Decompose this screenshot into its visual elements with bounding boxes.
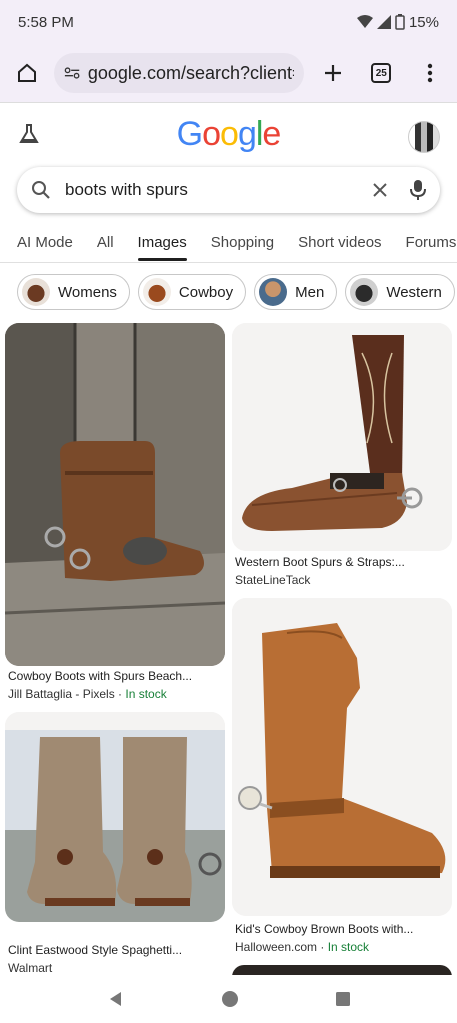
in-stock-badge: In stock <box>327 940 370 954</box>
address-bar[interactable]: google.com/search?client=m <box>53 53 304 93</box>
chip-cowboy[interactable]: Cowboy <box>137 274 247 310</box>
image-result-3[interactable] <box>5 712 225 922</box>
result-3-source: Walmart <box>8 961 53 975</box>
result-2-source: StateLineTack <box>235 573 311 587</box>
site-settings-icon[interactable] <box>64 66 80 80</box>
status-time: 5:58 PM <box>18 13 74 31</box>
tab-all[interactable]: All <box>97 234 114 251</box>
home-circle-icon[interactable] <box>221 990 239 1008</box>
google-header: Google <box>0 103 457 167</box>
tabs-divider <box>0 262 457 263</box>
tab-short-videos[interactable]: Short videos <box>298 234 381 251</box>
back-icon[interactable] <box>107 990 125 1008</box>
result-4-source: Halloween.com · In stock <box>235 940 370 954</box>
search-tabs: AI Mode All Images Shopping Short videos… <box>0 222 457 262</box>
result-3-caption[interactable]: Clint Eastwood Style Spaghetti... <box>8 943 182 957</box>
in-stock-badge: In stock <box>125 687 167 701</box>
tab-images[interactable]: Images <box>137 234 187 261</box>
tab-forums[interactable]: Forums <box>406 234 457 251</box>
google-logo[interactable]: Google <box>0 115 457 154</box>
tab-switcher-button[interactable]: 25 <box>371 63 392 83</box>
microphone-icon[interactable] <box>410 179 426 201</box>
chip-thumbnail <box>350 278 379 306</box>
chip-thumbnail <box>142 278 171 306</box>
chip-label: Western <box>386 283 442 301</box>
more-options-icon[interactable] <box>417 60 443 86</box>
battery-icon <box>395 14 405 30</box>
chip-western[interactable]: Western <box>345 274 455 310</box>
chip-label: Cowboy <box>178 283 234 301</box>
status-icons: 15% <box>356 13 439 31</box>
chip-men[interactable]: Men <box>254 274 338 310</box>
image-result-1[interactable] <box>5 323 225 666</box>
result-image <box>5 712 225 922</box>
chip-label: Men <box>295 283 325 301</box>
url-text: google.com/search?client=m <box>87 62 294 83</box>
chip-thumbnail <box>22 278 50 306</box>
filter-chips: Womens Cowboy Men Western <box>17 274 455 310</box>
result-4-caption[interactable]: Kid's Cowboy Brown Boots with... <box>235 922 413 936</box>
new-tab-icon[interactable] <box>320 60 346 86</box>
search-input[interactable]: boots with spurs <box>65 180 372 200</box>
search-box[interactable]: boots with spurs <box>17 167 440 213</box>
result-1-caption[interactable]: Cowboy Boots with Spurs Beach... <box>8 669 192 683</box>
chip-thumbnail <box>259 278 288 306</box>
signal-icon <box>376 15 391 29</box>
image-result-2[interactable] <box>232 323 452 551</box>
result-1-source: Jill Battaglia - Pixels · In stock <box>8 687 167 701</box>
battery-level: 15% <box>408 13 439 31</box>
image-result-4[interactable] <box>232 598 452 916</box>
tab-ai-mode[interactable]: AI Mode <box>17 234 73 251</box>
wifi-icon <box>356 15 373 28</box>
result-image <box>232 323 452 551</box>
result-image <box>5 323 225 666</box>
home-icon[interactable] <box>14 60 40 86</box>
tab-shopping[interactable]: Shopping <box>211 234 274 251</box>
chip-label: Womens <box>58 283 117 301</box>
system-nav-bar <box>0 975 457 1023</box>
chip-womens[interactable]: Womens <box>17 274 130 310</box>
browser-toolbar: google.com/search?client=m 25 <box>0 44 457 102</box>
result-2-caption[interactable]: Western Boot Spurs & Straps:... <box>235 555 405 569</box>
result-image <box>232 598 452 916</box>
search-icon <box>32 181 50 199</box>
account-avatar[interactable] <box>408 121 440 153</box>
recents-icon[interactable] <box>335 991 351 1007</box>
status-bar: 5:58 PM 15% <box>0 0 457 44</box>
clear-icon[interactable] <box>372 182 388 198</box>
